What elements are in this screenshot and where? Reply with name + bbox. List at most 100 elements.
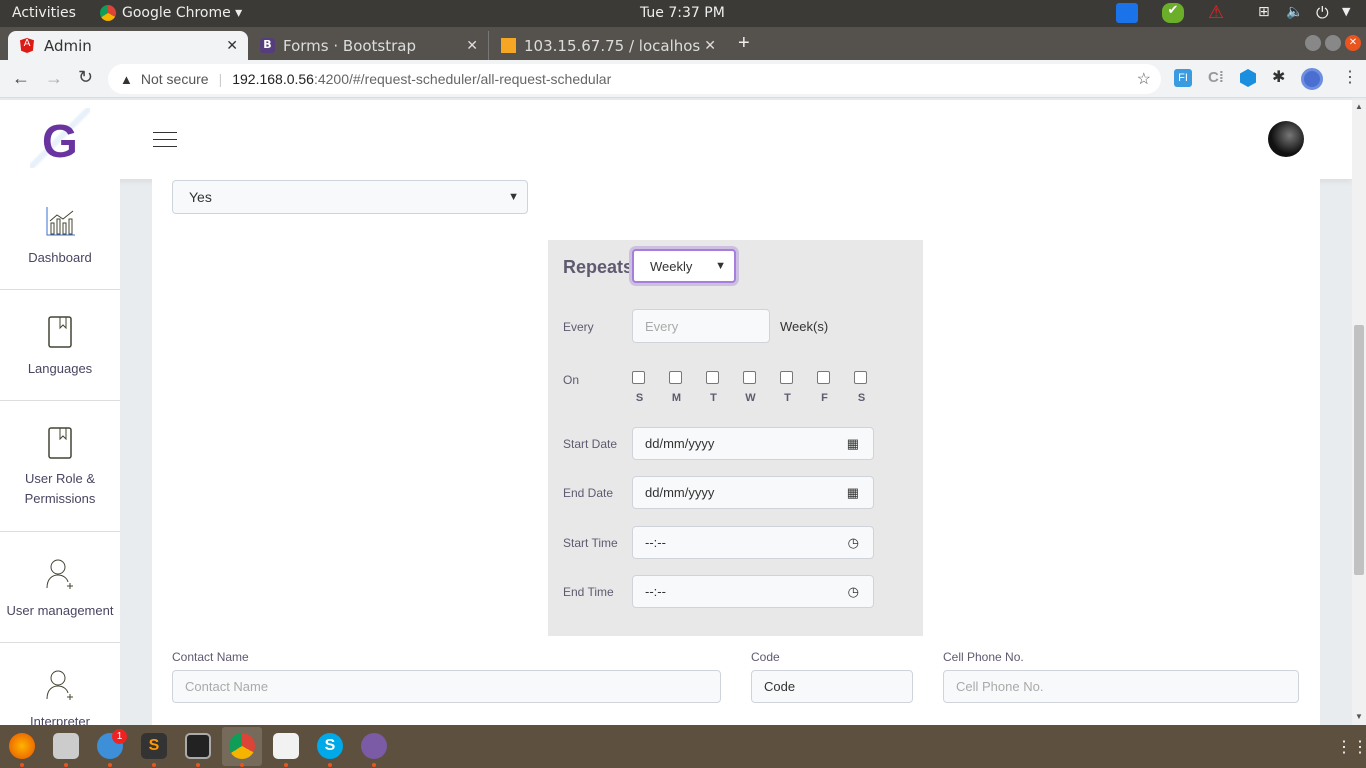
sidebar-item-languages[interactable]: Languages	[0, 290, 120, 401]
activities-button[interactable]: Activities	[12, 5, 76, 21]
day-checkbox-fri[interactable]	[817, 371, 830, 384]
scroll-thumb[interactable]	[1354, 325, 1364, 575]
files-icon[interactable]	[53, 733, 79, 759]
volume-muted-icon[interactable]: 🔈	[1286, 4, 1303, 20]
profile-avatar[interactable]	[1301, 68, 1323, 90]
sidebar-label: User Role & Permissions	[24, 471, 96, 506]
calendar-icon[interactable]: ▦	[847, 436, 859, 452]
reload-button[interactable]: ↻	[78, 67, 93, 88]
on-label: On	[563, 373, 580, 387]
bookmark-star-icon[interactable]: ☆	[1137, 69, 1151, 89]
tab-label: 103.15.67.75 / localhost /	[524, 36, 716, 55]
url-input[interactable]: ▲ Not secure | 192.168.0.56:4200/#/reque…	[108, 64, 1161, 94]
sidebar-item-user-role-permissions[interactable]: User Role & Permissions	[0, 401, 120, 532]
day-label: F	[821, 392, 828, 404]
clock[interactable]: Tue 7:37 PM	[640, 5, 725, 21]
day-checkbox-thu[interactable]	[780, 371, 793, 384]
tab-forms-bootstrap[interactable]: B Forms · Bootstrap ✕	[248, 31, 488, 60]
day-checkbox-mon[interactable]	[669, 371, 682, 384]
check-icon[interactable]: ✔	[1162, 3, 1184, 23]
bar-chart-icon	[46, 207, 75, 236]
warning-icon[interactable]: ⚠	[1208, 2, 1224, 23]
tab-phpmyadmin[interactable]: 103.15.67.75 / localhost / ✕	[488, 31, 726, 60]
select-value: Weekly	[650, 258, 693, 274]
tab-admin[interactable]: A Admin ✕	[8, 31, 248, 60]
security-status[interactable]: Not secure	[141, 71, 209, 87]
select-value: Yes	[189, 189, 212, 205]
app-name: Google Chrome	[122, 5, 231, 21]
day-checkbox-sun[interactable]	[632, 371, 645, 384]
day-label: S	[635, 392, 644, 404]
pidgin-icon[interactable]	[361, 733, 387, 759]
every-input[interactable]: Every	[632, 309, 770, 343]
day-checkbox-sat[interactable]	[854, 371, 867, 384]
date-value: dd/mm/yyyy	[645, 485, 715, 500]
new-tab-button[interactable]: +	[738, 32, 750, 55]
repeat-panel: Repeats Weekly ▼ Every Every Week(s) On S…	[548, 240, 923, 636]
end-date-input[interactable]: dd/mm/yyyy ▦	[632, 476, 874, 509]
close-tab-icon[interactable]: ✕	[226, 38, 238, 54]
start-date-label: Start Date	[563, 437, 618, 451]
top-select[interactable]: Yes ▼	[172, 180, 528, 214]
placeholder: Cell Phone No.	[956, 679, 1044, 694]
teamviewer-icon[interactable]	[1116, 3, 1138, 23]
chevron-down-icon: ▼	[508, 191, 519, 203]
skype-icon[interactable]: S	[317, 733, 343, 759]
tab-label: Admin	[44, 36, 92, 55]
logo[interactable]: G	[30, 108, 90, 168]
chrome-menu-icon[interactable]: ⋮	[1342, 67, 1358, 87]
chevron-down-icon[interactable]: ▼	[1342, 5, 1350, 18]
end-time-label: End Time	[563, 585, 614, 599]
close-tab-icon[interactable]: ✕	[466, 38, 478, 54]
back-button[interactable]: ←	[12, 68, 30, 89]
tab-strip: A Admin ✕ B Forms · Bootstrap ✕ 103.15.67.…	[0, 27, 1366, 60]
day-label: W	[745, 392, 756, 404]
sublime-icon[interactable]: S	[141, 733, 167, 759]
document-viewer-icon[interactable]	[273, 733, 299, 759]
clock-icon[interactable]: ◷	[848, 584, 859, 600]
chrome-taskbar-icon[interactable]	[229, 733, 255, 759]
cell-phone-input[interactable]: Cell Phone No.	[943, 670, 1299, 703]
calendar-icon[interactable]: ▦	[847, 485, 859, 501]
app-menu[interactable]: Google Chrome ▾	[122, 5, 242, 21]
page-scrollbar[interactable]: ▲ ▼	[1352, 100, 1366, 725]
day-label: T	[710, 392, 717, 404]
add-user-icon	[46, 670, 73, 700]
start-time-input[interactable]: --:-- ◷	[632, 526, 874, 559]
extension-fi-icon[interactable]: FI	[1174, 69, 1192, 87]
url-host: 192.168.0.56	[232, 71, 314, 87]
end-time-input[interactable]: --:-- ◷	[632, 575, 874, 608]
terminal-icon[interactable]	[185, 733, 211, 759]
close-tab-icon[interactable]: ✕	[700, 37, 716, 54]
user-avatar[interactable]	[1268, 121, 1304, 157]
extension-c-icon[interactable]: C⁞	[1208, 69, 1224, 86]
show-apps-grid-icon[interactable]: ⋮⋮⋮	[1336, 737, 1366, 757]
sidebar-item-dashboard[interactable]: Dashboard	[0, 179, 120, 290]
code-input[interactable]: Code	[751, 670, 913, 703]
scroll-down-arrow[interactable]: ▼	[1355, 712, 1363, 721]
forward-button[interactable]: →	[45, 68, 63, 89]
scroll-up-arrow[interactable]: ▲	[1355, 102, 1363, 111]
chevron-down-icon: ▼	[715, 260, 726, 272]
firefox-icon[interactable]	[9, 733, 35, 759]
sidebar-item-user-management[interactable]: User management	[0, 532, 120, 643]
placeholder: Contact Name	[185, 679, 269, 694]
sidebar-item-interpreter[interactable]: Interpreter	[0, 643, 120, 733]
minimize-button[interactable]	[1305, 35, 1321, 51]
network-icon[interactable]: ⊞	[1258, 4, 1270, 20]
end-date-label: End Date	[563, 486, 614, 500]
day-checkbox-wed[interactable]	[743, 371, 756, 384]
mail-badge: 1	[112, 729, 127, 744]
clock-icon[interactable]: ◷	[848, 535, 859, 551]
start-date-input[interactable]: dd/mm/yyyy ▦	[632, 427, 874, 460]
day-label: M	[671, 392, 682, 404]
day-checkbox-tue[interactable]	[706, 371, 719, 384]
extension-hex-icon[interactable]	[1240, 69, 1256, 87]
close-window-button[interactable]: ✕	[1345, 35, 1361, 51]
hamburger-menu-icon[interactable]	[153, 132, 177, 147]
power-icon[interactable]: ⏻	[1316, 3, 1329, 23]
maximize-button[interactable]	[1325, 35, 1341, 51]
repeats-select[interactable]: Weekly ▼	[632, 249, 736, 283]
extensions-puzzle-icon[interactable]: ✱	[1272, 67, 1285, 87]
contact-name-input[interactable]: Contact Name	[172, 670, 721, 703]
